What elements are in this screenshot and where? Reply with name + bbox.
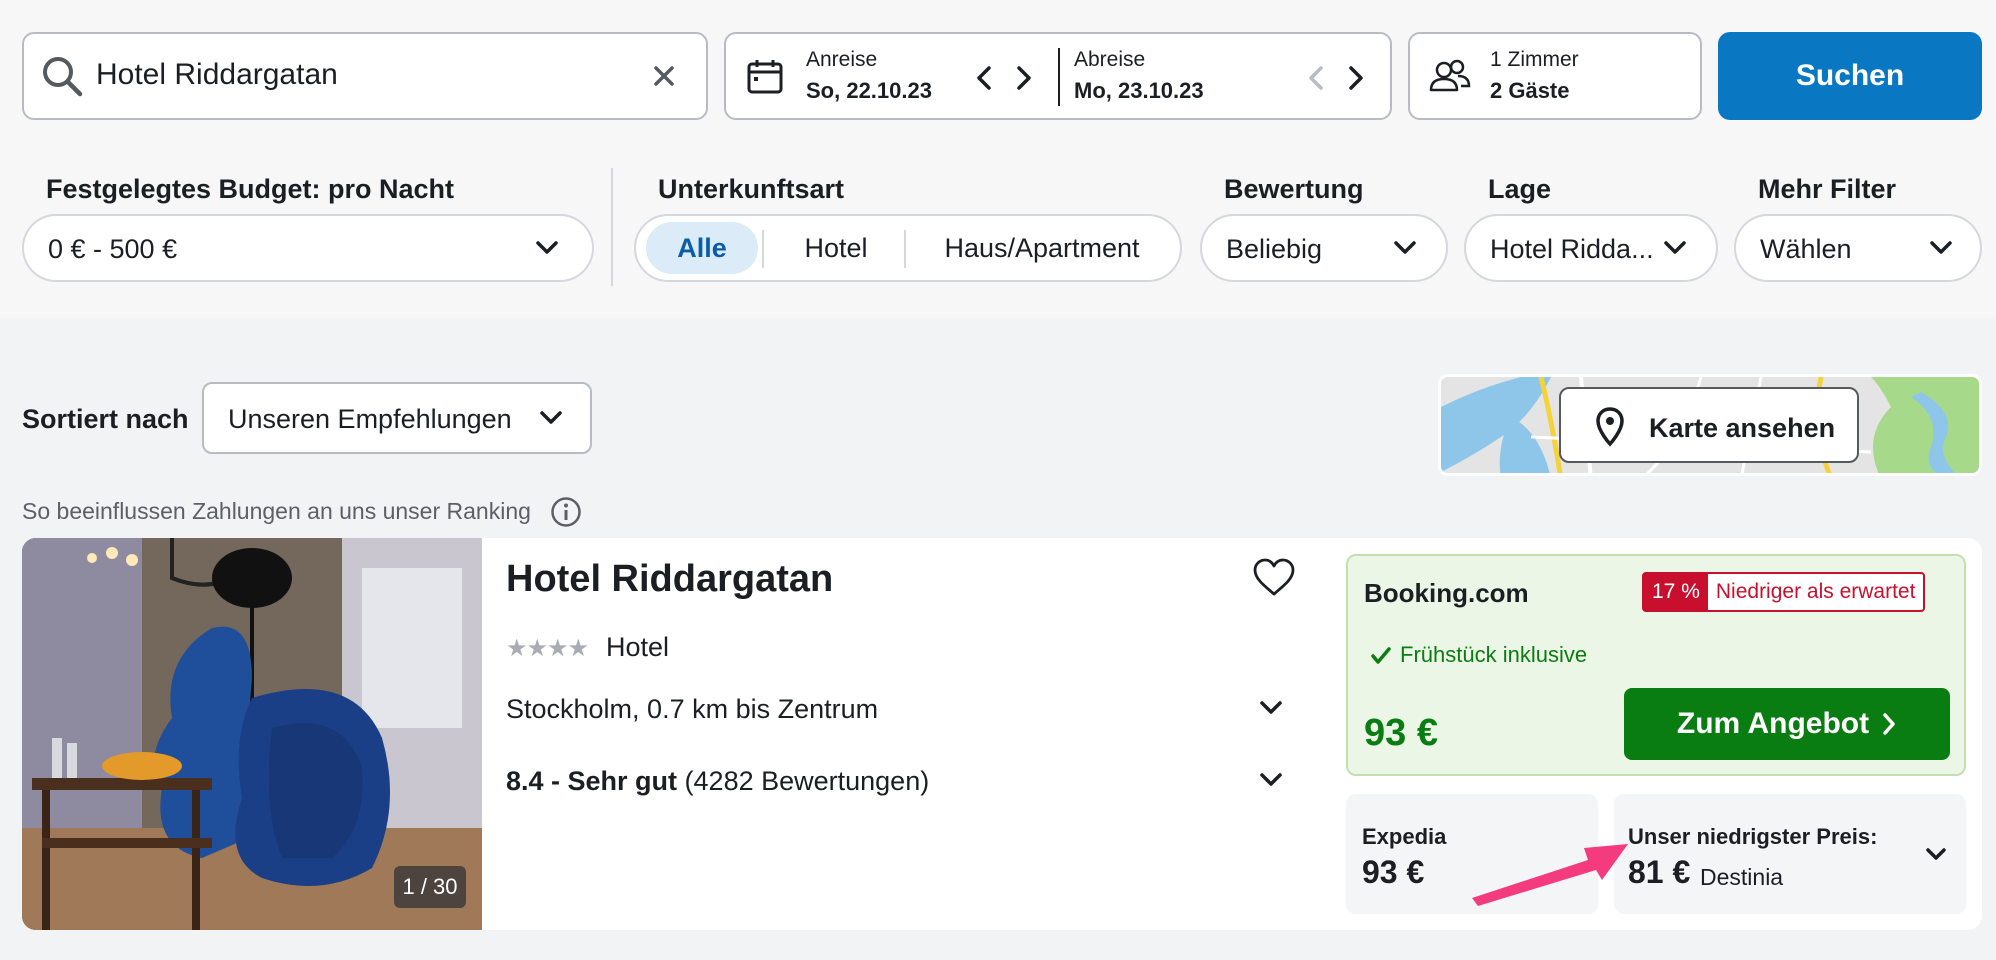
discount-percent: 17 % <box>1644 574 1708 610</box>
checkin-label: Anreise <box>806 48 878 71</box>
review-score: 8.4 - Sehr gut <box>506 766 678 796</box>
discount-text: Niedriger als erwartet <box>1715 580 1916 603</box>
sort-value: Unseren Empfehlungen <box>228 404 512 434</box>
lowest-offer[interactable]: Unser niedrigster Preis: 81 € Destinia <box>1614 794 1966 914</box>
type-option-hotel-label: Hotel <box>804 232 868 263</box>
featured-offer[interactable]: Booking.com 17 % Niedriger als erwartet … <box>1346 554 1966 776</box>
search-button[interactable]: Suchen <box>1718 32 1982 120</box>
view-offer-label: Zum Angebot <box>1676 707 1870 740</box>
check-icon <box>1371 647 1391 664</box>
filter-divider <box>611 168 613 286</box>
type-option-apartment-label: Haus/Apartment <box>944 232 1140 263</box>
chevron-down-icon <box>1394 241 1416 254</box>
favorite-heart-icon[interactable] <box>1252 558 1296 598</box>
chevron-down-icon <box>1664 241 1686 254</box>
guests-label: 2 Gäste <box>1490 78 1570 103</box>
featured-offer-price: 93 € <box>1364 712 1438 754</box>
location-filter-label: Lage <box>1488 174 1552 204</box>
map-preview[interactable]: Karte ansehen <box>1438 374 1982 476</box>
type-option-hotel[interactable]: Hotel <box>766 222 906 274</box>
search-button-label: Suchen <box>1795 59 1905 92</box>
date-picker[interactable]: Anreise So, 22.10.23 Abreise Mo, 23.10.2… <box>724 32 1392 120</box>
type-option-all-label: Alle <box>677 232 727 263</box>
chevron-down-icon[interactable] <box>1258 698 1284 718</box>
chevron-down-icon[interactable] <box>1258 770 1284 790</box>
clear-icon[interactable] <box>650 62 678 90</box>
date-divider <box>1058 48 1060 106</box>
chevron-down-icon <box>536 241 558 254</box>
chevron-down-icon <box>540 411 562 424</box>
offer-perk: Frühstück inklusive <box>1400 642 1588 667</box>
type-filter-segmented: Alle Hotel Haus/Apartment <box>634 214 1182 282</box>
review-summary[interactable]: 8.4 - Sehr gut (4282 Bewertungen) <box>506 766 929 797</box>
guests-selector[interactable]: 1 Zimmer 2 Gäste <box>1408 32 1702 120</box>
calendar-icon <box>747 60 783 94</box>
other-offer-provider: Expedia <box>1362 824 1447 849</box>
more-filters-label: Mehr Filter <box>1758 174 1897 204</box>
sort-label: Sortiert nach <box>22 404 189 434</box>
search-input-value: Hotel Riddargatan <box>96 58 338 91</box>
rating-filter-label: Bewertung <box>1224 174 1364 204</box>
lowest-offer-provider: Destinia <box>1700 864 1784 890</box>
star-icon: ★ <box>526 635 548 662</box>
checkout-label: Abreise <box>1074 48 1146 71</box>
guests-icon <box>1429 59 1471 92</box>
review-count: (4282 Bewertungen) <box>684 766 930 796</box>
hotel-type: Hotel <box>606 632 670 662</box>
rooms-label: 1 Zimmer <box>1490 48 1579 71</box>
star-icon: ★ <box>547 635 568 662</box>
checkout-value[interactable]: Mo, 23.10.23 <box>1074 78 1204 104</box>
star-icon: ★ <box>506 635 527 662</box>
budget-filter-label: Festgelegtes Budget: pro Nacht <box>46 174 455 204</box>
rating-filter-dropdown[interactable]: Beliebig <box>1200 214 1448 282</box>
budget-filter-value: 0 € - 500 € <box>48 234 178 264</box>
photo-counter: 1 / 30 <box>394 866 466 908</box>
sort-dropdown[interactable]: Unseren Empfehlungen <box>202 382 592 454</box>
checkin-value[interactable]: So, 22.10.23 <box>806 78 932 104</box>
view-offer-button[interactable]: Zum Angebot <box>1624 688 1950 760</box>
discount-badge: 17 % Niedriger als erwartet <box>1642 572 1926 612</box>
checkin-next-icon[interactable] <box>1014 64 1034 92</box>
type-option-all[interactable]: Alle <box>646 222 758 274</box>
type-option-apartment[interactable]: Haus/Apartment <box>908 222 1176 274</box>
rating-filter-value: Beliebig <box>1226 234 1323 264</box>
chevron-down-icon <box>1930 241 1952 254</box>
chevron-down-icon[interactable] <box>1924 846 1948 864</box>
hotel-name[interactable]: Hotel Riddargatan <box>506 558 833 601</box>
location-pin-icon <box>1596 407 1624 447</box>
map-view-button[interactable]: Karte ansehen <box>1559 387 1859 463</box>
more-filters-dropdown[interactable]: Wählen <box>1734 214 1982 282</box>
ranking-note[interactable]: So beeinflussen Zahlungen an uns unser R… <box>22 498 531 525</box>
segment-divider <box>762 230 764 268</box>
hotel-location[interactable]: Stockholm, 0.7 km bis Zentrum <box>506 694 878 725</box>
map-view-label: Karte ansehen <box>1649 413 1836 443</box>
more-filters-value: Wählen <box>1760 234 1852 264</box>
checkout-prev-icon[interactable] <box>1306 64 1326 92</box>
search-input[interactable]: Hotel Riddargatan <box>22 32 708 120</box>
lowest-offer-label: Unser niedrigster Preis: <box>1628 824 1878 849</box>
other-offer-price: 93 € <box>1362 854 1425 890</box>
segment-divider <box>904 230 906 268</box>
chevron-right-icon <box>1883 713 1895 735</box>
location-filter-dropdown[interactable]: Hotel Ridda... <box>1464 214 1718 282</box>
annotation-arrow-icon <box>1472 844 1628 906</box>
hotel-photo[interactable]: 1 / 30 <box>22 538 482 930</box>
star-rating: ★★★★ <box>506 634 589 663</box>
location-filter-value: Hotel Ridda... <box>1490 234 1654 264</box>
checkout-next-icon[interactable] <box>1346 64 1366 92</box>
budget-filter-dropdown[interactable]: 0 € - 500 € <box>22 214 594 282</box>
star-icon: ★ <box>567 635 589 662</box>
featured-offer-provider: Booking.com <box>1364 578 1529 608</box>
photo-counter-text: 1 / 30 <box>402 874 458 899</box>
checkin-prev-icon[interactable] <box>974 64 994 92</box>
info-icon[interactable] <box>550 496 582 528</box>
type-filter-label: Unterkunftsart <box>658 174 845 204</box>
hotel-card[interactable]: 1 / 30 Hotel Riddargatan ★★★★ Hotel Stoc… <box>22 538 1982 930</box>
search-icon <box>43 57 83 97</box>
